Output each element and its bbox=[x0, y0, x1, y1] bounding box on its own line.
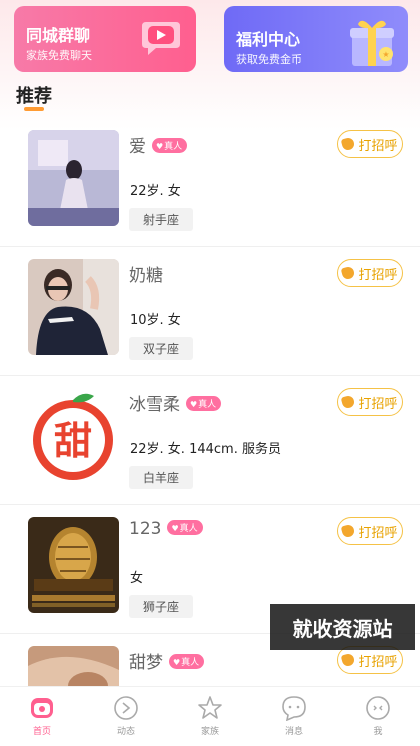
wave-hand-icon bbox=[341, 136, 356, 152]
user-info: 22岁. 女. 144cm. 服务员 bbox=[130, 442, 281, 457]
welfare-center-banner[interactable]: 福利中心 获取免费金币 ★ bbox=[224, 6, 408, 72]
avatar-photo bbox=[28, 646, 119, 686]
user-avatar[interactable] bbox=[28, 130, 119, 226]
welfare-center-subtitle: 获取免费金币 bbox=[236, 53, 302, 66]
zodiac-tag: 白羊座 bbox=[129, 466, 194, 489]
section-underline bbox=[24, 107, 44, 111]
verified-badge: ♥真人 bbox=[186, 396, 222, 411]
heart-icon: ♥ bbox=[156, 142, 164, 151]
tab-family[interactable]: 家族 bbox=[168, 687, 252, 746]
watermark-overlay: 就收资源站 bbox=[270, 604, 415, 650]
user-info: 22岁. 女 bbox=[130, 184, 181, 199]
greet-button-label: 打招呼 bbox=[358, 267, 398, 283]
greet-button[interactable]: 打招呼 bbox=[337, 646, 403, 674]
user-avatar[interactable]: 甜 bbox=[28, 388, 119, 484]
greet-button[interactable]: 打招呼 bbox=[337, 517, 403, 545]
greet-button[interactable]: 打招呼 bbox=[337, 130, 403, 158]
svg-text:★: ★ bbox=[382, 50, 389, 59]
greet-button-label: 打招呼 bbox=[358, 396, 398, 412]
tab-home[interactable]: 首页 bbox=[0, 687, 84, 746]
user-info: 10岁. 女 bbox=[130, 313, 181, 328]
verified-badge-label: 真人 bbox=[164, 142, 183, 152]
wave-hand-icon bbox=[341, 265, 356, 281]
bottom-tab-bar: 首页 动态 家族 消息 我 bbox=[0, 686, 420, 746]
heart-icon: ♥ bbox=[190, 400, 198, 409]
verified-badge: ♥真人 bbox=[167, 520, 203, 535]
user-avatar[interactable] bbox=[28, 517, 119, 613]
profile-icon bbox=[366, 696, 390, 720]
user-name-text: 冰雪柔 bbox=[129, 395, 180, 415]
verified-badge-label: 真人 bbox=[181, 658, 200, 668]
user-name-text: 123 bbox=[129, 519, 162, 539]
wave-hand-icon bbox=[341, 394, 356, 410]
user-name-text: 甜梦 bbox=[129, 653, 163, 673]
tab-messages[interactable]: 消息 bbox=[252, 687, 336, 746]
greet-button-label: 打招呼 bbox=[358, 138, 398, 154]
zodiac-tag: 双子座 bbox=[129, 337, 194, 360]
tian-logo-avatar: 甜 bbox=[28, 388, 119, 484]
wave-hand-icon bbox=[341, 523, 356, 539]
greet-button[interactable]: 打招呼 bbox=[337, 388, 403, 416]
zodiac-tag: 射手座 bbox=[129, 208, 194, 231]
verified-badge: ♥真人 bbox=[169, 654, 205, 669]
user-name: 甜梦 ♥真人 bbox=[129, 648, 205, 673]
avatar-photo bbox=[28, 130, 119, 226]
chat-bubble-icon bbox=[142, 22, 180, 55]
star-icon bbox=[198, 696, 222, 719]
tian-logo-text: 甜 bbox=[54, 419, 92, 463]
tab-messages-label: 消息 bbox=[284, 727, 303, 737]
group-chat-title: 同城群聊 bbox=[26, 26, 91, 45]
tab-family-label: 家族 bbox=[200, 727, 219, 737]
greet-button-label: 打招呼 bbox=[358, 654, 398, 670]
group-chat-subtitle: 家族免费聊天 bbox=[26, 49, 92, 62]
user-name: 奶糖 bbox=[129, 261, 163, 286]
user-avatar[interactable] bbox=[28, 646, 119, 686]
user-name: 爱 ♥真人 bbox=[129, 132, 188, 157]
user-avatar[interactable] bbox=[28, 259, 119, 355]
tab-feed-label: 动态 bbox=[116, 727, 135, 737]
tab-home-label: 首页 bbox=[32, 727, 51, 737]
verified-badge-label: 真人 bbox=[179, 524, 198, 534]
greet-button-label: 打招呼 bbox=[358, 525, 398, 541]
recommend-section-title: 推荐 bbox=[16, 86, 52, 107]
zodiac-tag: 狮子座 bbox=[129, 595, 194, 618]
heart-icon: ♥ bbox=[173, 658, 181, 667]
user-info: 女 bbox=[130, 571, 144, 586]
avatar-photo bbox=[28, 259, 119, 355]
wave-hand-icon bbox=[341, 652, 356, 668]
user-name-text: 爱 bbox=[129, 137, 146, 157]
user-card[interactable]: 奶糖 10岁. 女 双子座 打招呼 bbox=[0, 247, 420, 376]
welfare-center-title: 福利中心 bbox=[236, 30, 301, 49]
greet-button[interactable]: 打招呼 bbox=[337, 259, 403, 287]
heart-icon: ♥ bbox=[171, 524, 179, 533]
user-name: 冰雪柔 ♥真人 bbox=[129, 390, 222, 415]
tab-profile-label: 我 bbox=[373, 727, 383, 737]
group-chat-banner[interactable]: 同城群聊 家族免费聊天 bbox=[14, 6, 196, 72]
game-poster-avatar bbox=[28, 517, 119, 613]
user-name: 123 ♥真人 bbox=[129, 519, 203, 539]
verified-badge: ♥真人 bbox=[152, 138, 188, 153]
user-card[interactable]: 甜 冰雪柔 ♥真人 22岁. 女. 144cm. 服务员 白羊座 打招呼 bbox=[0, 376, 420, 505]
tab-feed[interactable]: 动态 bbox=[84, 687, 168, 746]
user-card[interactable]: 爱 ♥真人 22岁. 女 射手座 打招呼 bbox=[0, 118, 420, 247]
gift-box-icon: ★ bbox=[350, 20, 394, 66]
user-name-text: 奶糖 bbox=[129, 266, 163, 286]
home-icon bbox=[31, 698, 53, 718]
user-list[interactable]: 爱 ♥真人 22岁. 女 射手座 打招呼 奶糖 10岁. 女 双子座 打招呼 甜… bbox=[0, 118, 420, 686]
verified-badge-label: 真人 bbox=[198, 400, 217, 410]
message-icon bbox=[282, 696, 306, 721]
tab-profile[interactable]: 我 bbox=[336, 687, 420, 746]
compass-icon bbox=[114, 696, 138, 720]
